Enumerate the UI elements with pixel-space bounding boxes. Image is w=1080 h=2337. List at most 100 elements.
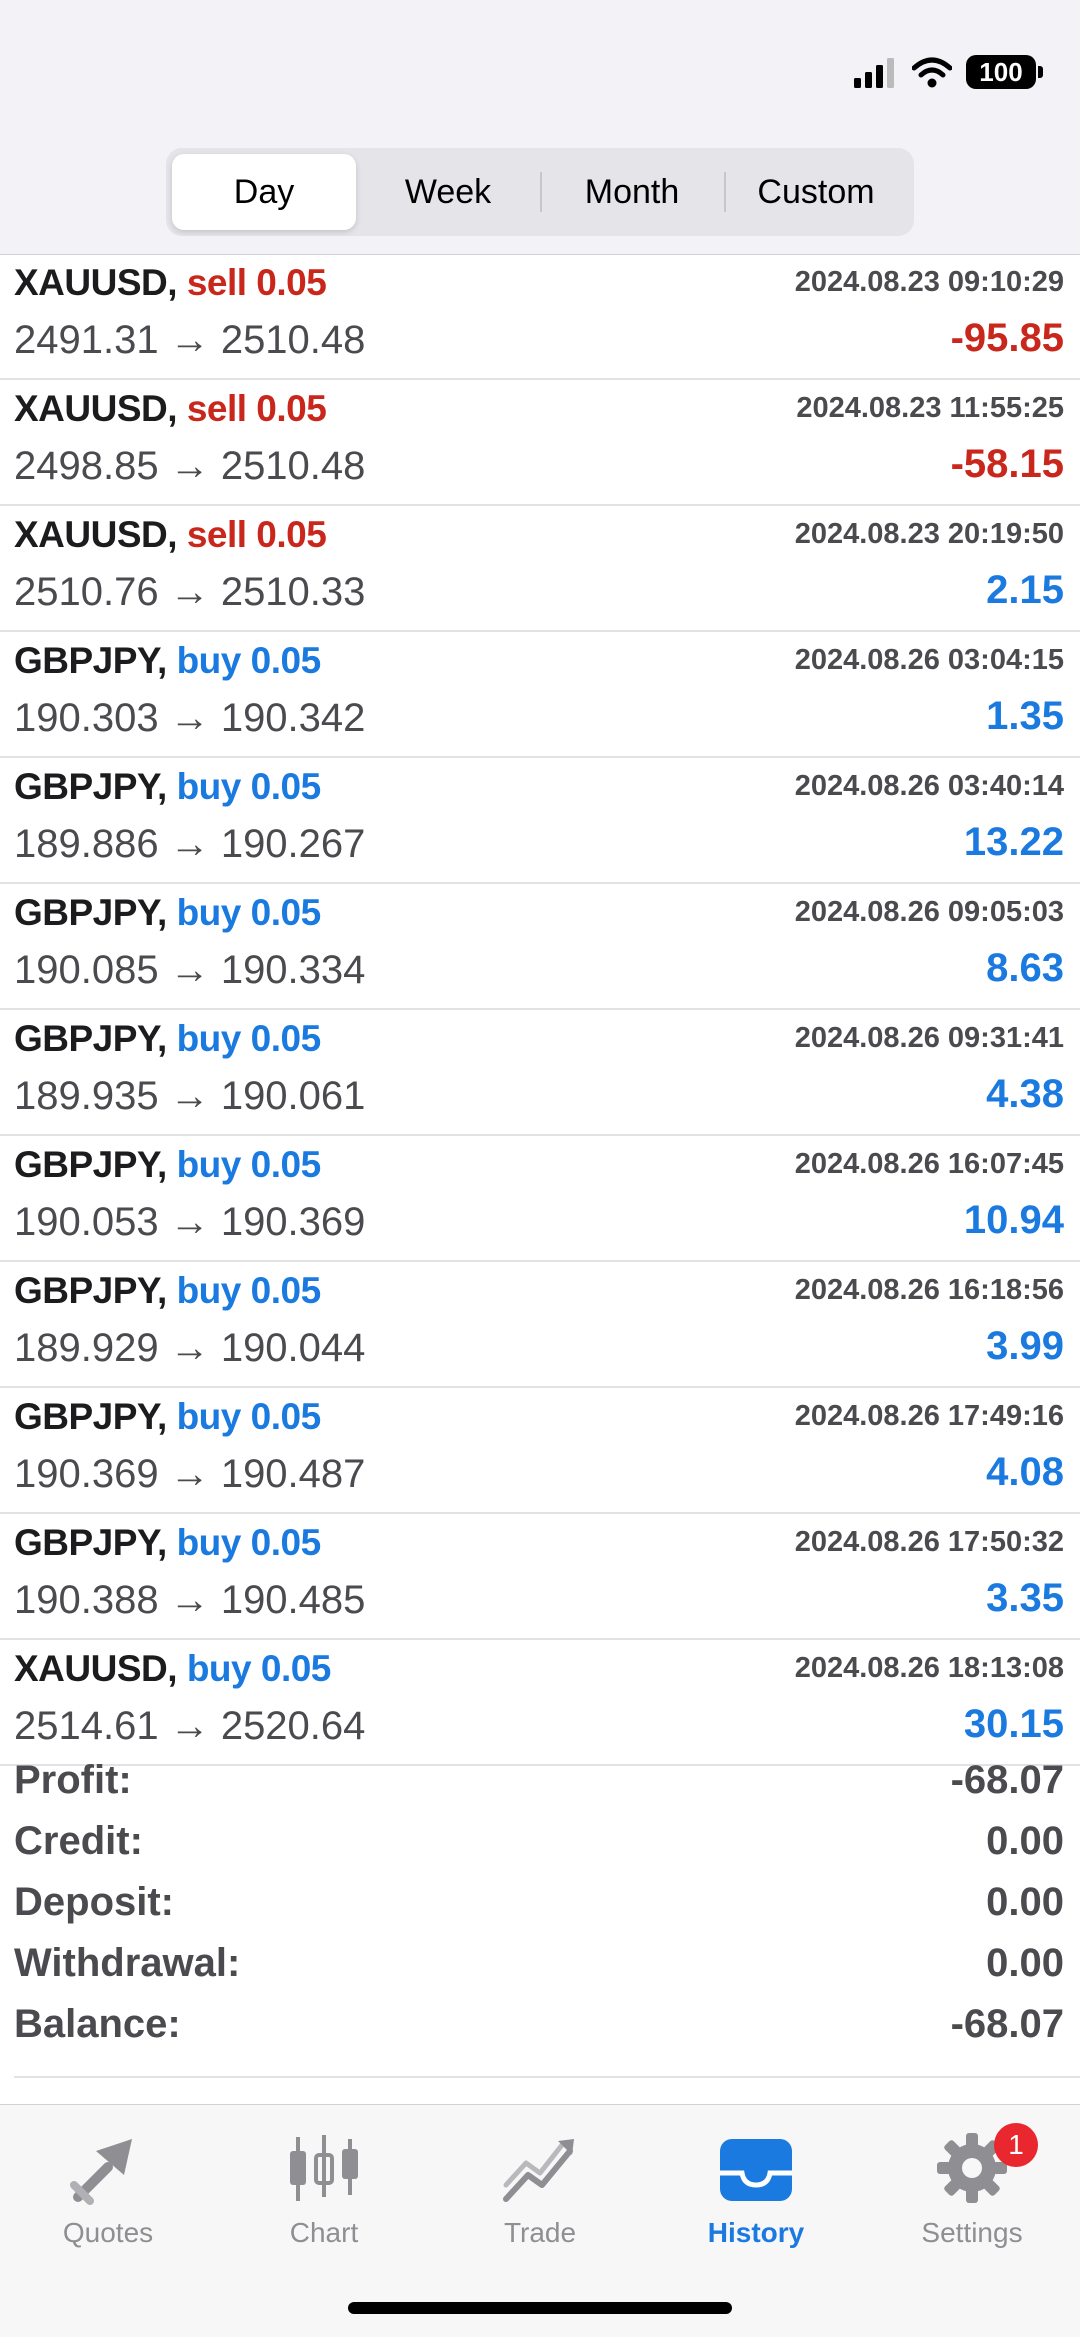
deal-symbol: GBPJPY, buy 0.05 <box>14 1522 321 1564</box>
symbol-name: GBPJPY, <box>14 1522 167 1563</box>
deal-row[interactable]: GBPJPY, buy 0.05 2024.08.26 03:04:15 190.3… <box>0 632 1080 758</box>
deal-prices: 189.929 → 190.044 <box>14 1326 366 1370</box>
deal-time: 2024.08.26 18:13:08 <box>794 1652 1064 1684</box>
chart-icon <box>290 2135 358 2201</box>
deal-row[interactable]: GBPJPY, buy 0.05 2024.08.26 17:50:32 190.3… <box>0 1514 1080 1640</box>
deal-time: 2024.08.26 16:07:45 <box>794 1148 1064 1180</box>
deal-profit: 4.38 <box>986 1072 1064 1116</box>
deal-prices: 2498.85 → 2510.48 <box>14 444 366 488</box>
deals-list: XAUUSD, sell 0.05 2024.08.23 09:10:29 2491… <box>0 254 1080 1766</box>
deal-row[interactable]: XAUUSD, buy 0.05 2024.08.26 18:13:08 2514.… <box>0 1640 1080 1766</box>
deal-prices: 190.388 → 190.485 <box>14 1578 366 1622</box>
deal-profit: 1.35 <box>986 694 1064 738</box>
deal-side: buy 0.05 <box>176 1270 322 1311</box>
summary-value: -68.07 <box>950 1758 1064 1802</box>
symbol-name: GBPJPY, <box>14 1144 167 1185</box>
summary-label: Profit: <box>14 1758 132 1802</box>
summary-label: Withdrawal: <box>14 1941 241 1985</box>
summary-value: 0.00 <box>986 1819 1064 1863</box>
summary-value: -68.07 <box>950 2002 1064 2046</box>
segment-day[interactable]: Day <box>172 154 356 230</box>
symbol-name: XAUUSD, <box>14 388 178 429</box>
deal-row[interactable]: GBPJPY, buy 0.05 2024.08.26 03:40:14 189.8… <box>0 758 1080 884</box>
tab-settings[interactable]: 1 Settings <box>864 2123 1080 2255</box>
deal-side: buy 0.05 <box>186 1648 332 1689</box>
deal-row[interactable]: XAUUSD, sell 0.05 2024.08.23 09:10:29 2491… <box>0 254 1080 380</box>
deal-time: 2024.08.26 17:50:32 <box>794 1526 1064 1558</box>
summary-label: Deposit: <box>14 1880 174 1924</box>
deal-side: buy 0.05 <box>176 1018 322 1059</box>
deal-prices: 2510.76 → 2510.33 <box>14 570 366 614</box>
deal-prices: 190.053 → 190.369 <box>14 1200 366 1244</box>
period-selector-bar: Day Week Month Custom <box>0 140 1080 255</box>
tab-history[interactable]: History <box>648 2125 864 2255</box>
wifi-icon <box>912 57 952 88</box>
symbol-name: GBPJPY, <box>14 1396 167 1437</box>
deal-symbol: GBPJPY, buy 0.05 <box>14 1144 321 1186</box>
segment-custom[interactable]: Custom <box>724 154 908 230</box>
deal-profit: 4.08 <box>986 1450 1064 1494</box>
deal-profit: 8.63 <box>986 946 1064 990</box>
signal-icon <box>854 58 894 88</box>
symbol-name: GBPJPY, <box>14 766 167 807</box>
deal-symbol: XAUUSD, sell 0.05 <box>14 262 327 304</box>
deal-side: sell 0.05 <box>186 514 327 555</box>
symbol-name: XAUUSD, <box>14 514 178 555</box>
deal-symbol: GBPJPY, buy 0.05 <box>14 1396 321 1438</box>
deal-row[interactable]: GBPJPY, buy 0.05 2024.08.26 16:07:45 190.0… <box>0 1136 1080 1262</box>
deal-prices: 2514.61 → 2520.64 <box>14 1704 366 1748</box>
tab-label: Chart <box>289 2217 359 2248</box>
deal-row[interactable]: GBPJPY, buy 0.05 2024.08.26 09:31:41 189.9… <box>0 1010 1080 1136</box>
symbol-name: GBPJPY, <box>14 1018 167 1059</box>
summary-panel: Profit: -68.07 Credit: 0.00 Deposit: 0.00 With… <box>0 1752 1080 2057</box>
quotes-icon <box>70 2139 132 2205</box>
history-icon <box>720 2139 792 2201</box>
deal-row[interactable]: XAUUSD, sell 0.05 2024.08.23 20:19:50 2510… <box>0 506 1080 632</box>
deal-symbol: GBPJPY, buy 0.05 <box>14 766 321 808</box>
summary-row: Deposit: 0.00 <box>0 1874 1080 1935</box>
summary-value: 0.00 <box>986 1941 1064 1985</box>
deal-row[interactable]: GBPJPY, buy 0.05 2024.08.26 17:49:16 190.3… <box>0 1388 1080 1514</box>
deal-row[interactable]: GBPJPY, buy 0.05 2024.08.26 09:05:03 190.0… <box>0 884 1080 1010</box>
deal-row[interactable]: GBPJPY, buy 0.05 2024.08.26 16:18:56 189.9… <box>0 1262 1080 1388</box>
deal-symbol: GBPJPY, buy 0.05 <box>14 640 321 682</box>
deal-time: 2024.08.23 11:55:25 <box>796 392 1064 424</box>
period-segmented-control: Day Week Month Custom <box>166 148 914 236</box>
symbol-name: XAUUSD, <box>14 1648 178 1689</box>
deal-profit: 30.15 <box>963 1702 1064 1746</box>
deal-side: sell 0.05 <box>186 388 327 429</box>
summary-label: Balance: <box>14 2002 181 2046</box>
tab-label: Quotes <box>62 2217 154 2248</box>
deal-side: buy 0.05 <box>176 640 322 681</box>
tab-quotes[interactable]: Quotes <box>0 2125 216 2255</box>
deal-side: buy 0.05 <box>176 766 322 807</box>
deal-profit: 10.94 <box>963 1198 1064 1242</box>
deal-symbol: GBPJPY, buy 0.05 <box>14 1018 321 1060</box>
tab-trade[interactable]: Trade <box>432 2125 648 2255</box>
symbol-name: XAUUSD, <box>14 262 178 303</box>
segment-month[interactable]: Month <box>540 154 724 230</box>
symbol-name: GBPJPY, <box>14 892 167 933</box>
tab-label: Settings <box>921 2217 1023 2248</box>
deal-time: 2024.08.26 03:40:14 <box>794 770 1064 802</box>
deal-side: buy 0.05 <box>176 892 322 933</box>
deal-side: buy 0.05 <box>176 1144 322 1185</box>
deal-prices: 190.369 → 190.487 <box>14 1452 366 1496</box>
tab-chart[interactable]: Chart <box>216 2125 432 2255</box>
deal-prices: 190.085 → 190.334 <box>14 948 366 992</box>
status-bar: 100 <box>0 0 1080 140</box>
deal-prices: 190.303 → 190.342 <box>14 696 366 740</box>
deal-time: 2024.08.26 17:49:16 <box>794 1400 1064 1432</box>
deal-row[interactable]: XAUUSD, sell 0.05 2024.08.23 11:55:25 2498… <box>0 380 1080 506</box>
trade-icon <box>503 2139 574 2202</box>
deal-prices: 189.886 → 190.267 <box>14 822 366 866</box>
deal-time: 2024.08.26 09:31:41 <box>794 1022 1064 1054</box>
deal-time: 2024.08.26 16:18:56 <box>794 1274 1064 1306</box>
deal-prices: 2491.31 → 2510.48 <box>14 318 366 362</box>
deal-symbol: XAUUSD, sell 0.05 <box>14 388 327 430</box>
summary-value: 0.00 <box>986 1880 1064 1924</box>
summary-row: Credit: 0.00 <box>0 1813 1080 1874</box>
deal-profit: 3.99 <box>986 1324 1064 1368</box>
segment-week[interactable]: Week <box>356 154 540 230</box>
deal-symbol: GBPJPY, buy 0.05 <box>14 892 321 934</box>
